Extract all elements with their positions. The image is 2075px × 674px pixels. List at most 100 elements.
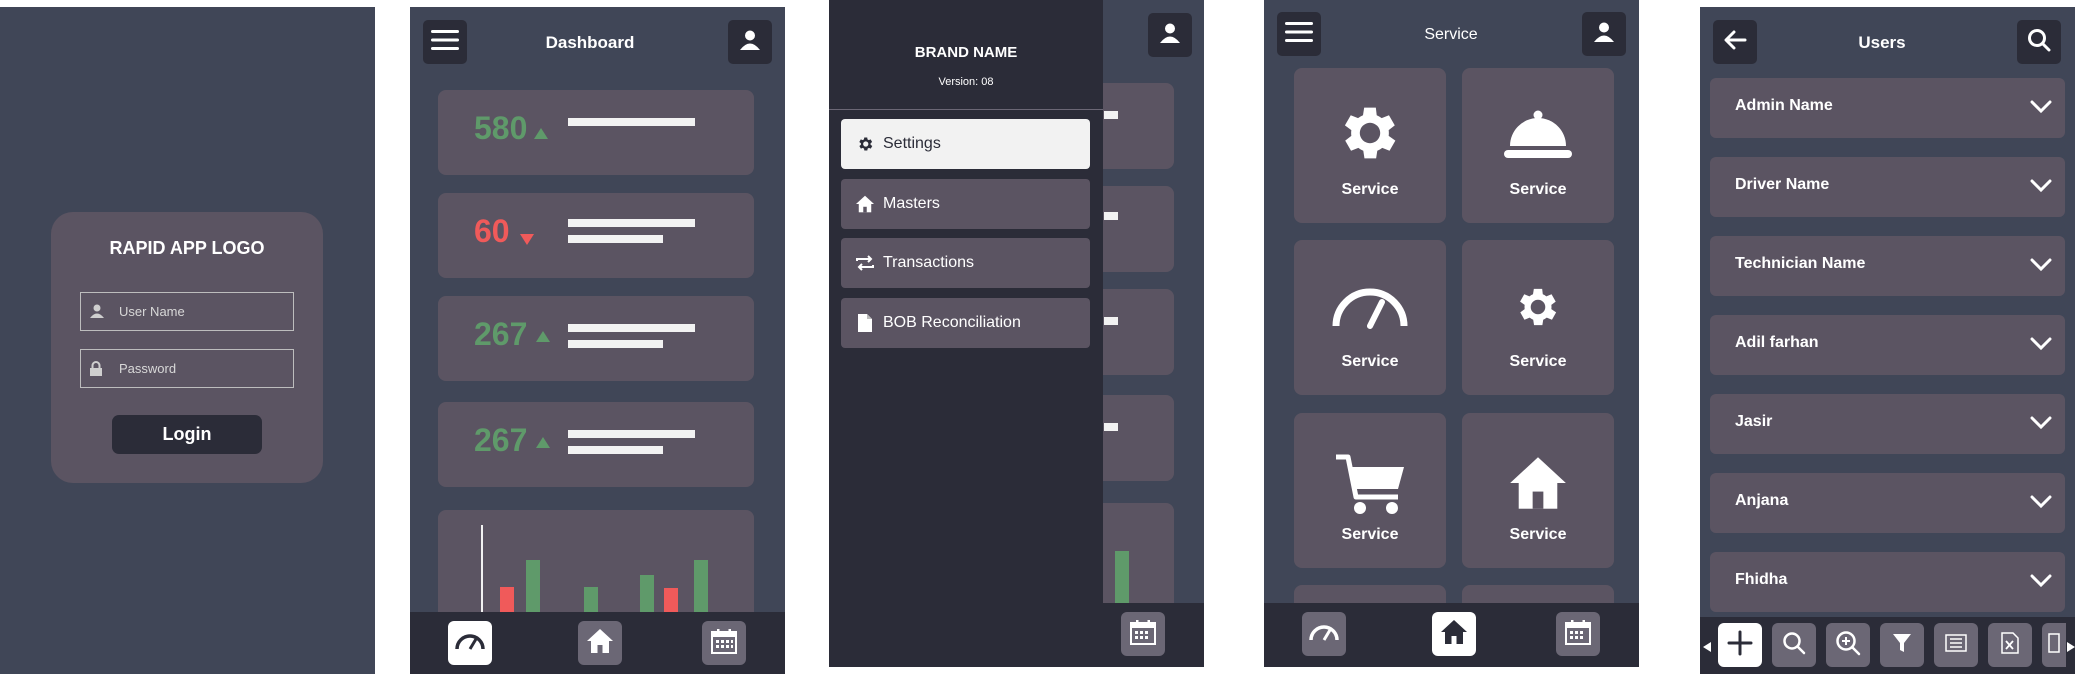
nav-calendar[interactable] [702, 621, 746, 665]
chevron-down-icon [2030, 416, 2052, 435]
filter-button[interactable] [1880, 623, 1924, 667]
back-button[interactable] [1713, 20, 1757, 64]
scroll-left-icon[interactable] [1703, 639, 1711, 657]
service-tile[interactable]: Service [1462, 68, 1614, 223]
filter-icon [1892, 632, 1912, 659]
stat-value: 580 [474, 110, 528, 146]
brand-name: BRAND NAME [914, 44, 1018, 61]
document-icon [2048, 632, 2060, 658]
search-button[interactable] [2017, 20, 2061, 64]
lock-icon [89, 361, 103, 382]
calendar-icon [1130, 619, 1156, 650]
stat-card[interactable]: 60 [438, 193, 754, 278]
home-icon [1508, 455, 1568, 516]
document-icon [855, 313, 875, 333]
chevron-down-icon [2030, 495, 2052, 514]
profile-button[interactable] [1148, 13, 1192, 57]
service-tile[interactable]: Service [1294, 240, 1446, 395]
service-label: Service [1509, 353, 1567, 370]
stat-bar [568, 219, 695, 227]
user-row[interactable]: Jasir [1710, 394, 2065, 454]
home-icon [855, 194, 875, 214]
more-toolbar-button[interactable] [2042, 623, 2066, 667]
dashboard-screen: Dashboard 580 60 267 267 [410, 7, 785, 674]
hamburger-button[interactable] [1277, 12, 1321, 56]
hamburger-button[interactable] [423, 20, 467, 64]
chart-axis [481, 525, 483, 620]
service-label: Service [1341, 181, 1399, 198]
user-row[interactable]: Fhidha [1710, 552, 2065, 612]
user-name: Jasir [1735, 413, 1773, 430]
service-tile[interactable]: Service [1294, 413, 1446, 568]
menu-item-masters[interactable]: Masters [841, 179, 1090, 229]
excel-button[interactable] [1988, 623, 2032, 667]
user-name: Technician Name [1735, 255, 1866, 272]
bottom-nav [410, 612, 785, 674]
stat-card[interactable]: 267 [438, 296, 754, 381]
stat-value: 267 [474, 422, 528, 458]
chevron-down-icon [2030, 179, 2052, 198]
trend-up-icon [536, 329, 550, 347]
menu-item-label: BOB Reconciliation [883, 314, 1021, 331]
gear-icon [855, 134, 875, 154]
stat-bar [568, 235, 663, 243]
nav-calendar[interactable] [1556, 612, 1600, 656]
stat-card[interactable]: 267 [438, 402, 754, 487]
search-toolbar-button[interactable] [1772, 623, 1816, 667]
gauge-icon [1307, 620, 1341, 649]
profile-button[interactable] [1582, 12, 1626, 56]
user-name: Fhidha [1735, 571, 1788, 588]
users-screen: Users Admin Name Driver Name Technician … [1700, 7, 2075, 674]
user-icon [739, 29, 761, 56]
add-button[interactable] [1718, 623, 1762, 667]
nav-home[interactable] [578, 621, 622, 665]
chevron-down-icon [2030, 100, 2052, 119]
nav-calendar[interactable] [1121, 612, 1165, 656]
chart-bar [526, 560, 540, 620]
menu-item-transactions[interactable]: Transactions [841, 238, 1090, 288]
stat-card[interactable]: 580 [438, 90, 754, 175]
login-button[interactable]: Login [112, 415, 262, 454]
search-icon [1782, 631, 1806, 660]
app-logo: RAPID APP LOGO [109, 238, 265, 258]
zoom-button[interactable] [1826, 623, 1870, 667]
calendar-icon [1565, 619, 1591, 650]
menu-icon [431, 29, 459, 56]
service-tile[interactable]: Service [1462, 413, 1614, 568]
user-row[interactable]: Admin Name [1710, 78, 2065, 138]
cart-icon [1334, 453, 1406, 522]
stat-bar [568, 118, 695, 126]
password-field[interactable]: Password [80, 349, 294, 388]
nav-dashboard[interactable] [448, 621, 492, 665]
menu-item-bob-reconciliation[interactable]: BOB Reconciliation [841, 298, 1090, 348]
excel-icon [2001, 631, 2019, 659]
user-row[interactable]: Anjana [1710, 473, 2065, 533]
user-row[interactable]: Driver Name [1710, 157, 2065, 217]
user-row[interactable]: Adil farhan [1710, 315, 2065, 375]
service-tile[interactable]: Service [1462, 240, 1614, 395]
calendar-icon [711, 628, 737, 659]
user-row[interactable]: Technician Name [1710, 236, 2065, 296]
transfer-icon [855, 253, 875, 273]
gear-icon [1513, 282, 1563, 337]
login-card: RAPID APP LOGO User Name Password Login [51, 212, 323, 483]
username-field[interactable]: User Name [80, 292, 294, 331]
service-screen: Service Service Service Service Service … [1264, 0, 1639, 667]
login-screen: RAPID APP LOGO User Name Password Login [0, 7, 375, 674]
user-name: Anjana [1735, 492, 1789, 509]
chart-bar [694, 560, 708, 620]
nav-dashboard[interactable] [1302, 612, 1346, 656]
profile-button[interactable] [728, 20, 772, 64]
nav-drawer: BRAND NAME Version: 08 Settings Masters … [829, 0, 1103, 667]
scroll-right-icon[interactable] [2067, 639, 2075, 657]
menu-item-settings[interactable]: Settings [841, 119, 1090, 169]
nav-home[interactable] [1432, 612, 1476, 656]
list-button[interactable] [1934, 623, 1978, 667]
service-label: Service [1509, 526, 1567, 543]
service-label: Service [1341, 353, 1399, 370]
user-name: Driver Name [1735, 176, 1830, 193]
service-tile[interactable]: Service [1294, 68, 1446, 223]
trend-up-icon [536, 435, 550, 453]
page-title: Users [1858, 33, 1906, 52]
stat-value: 267 [474, 316, 528, 352]
